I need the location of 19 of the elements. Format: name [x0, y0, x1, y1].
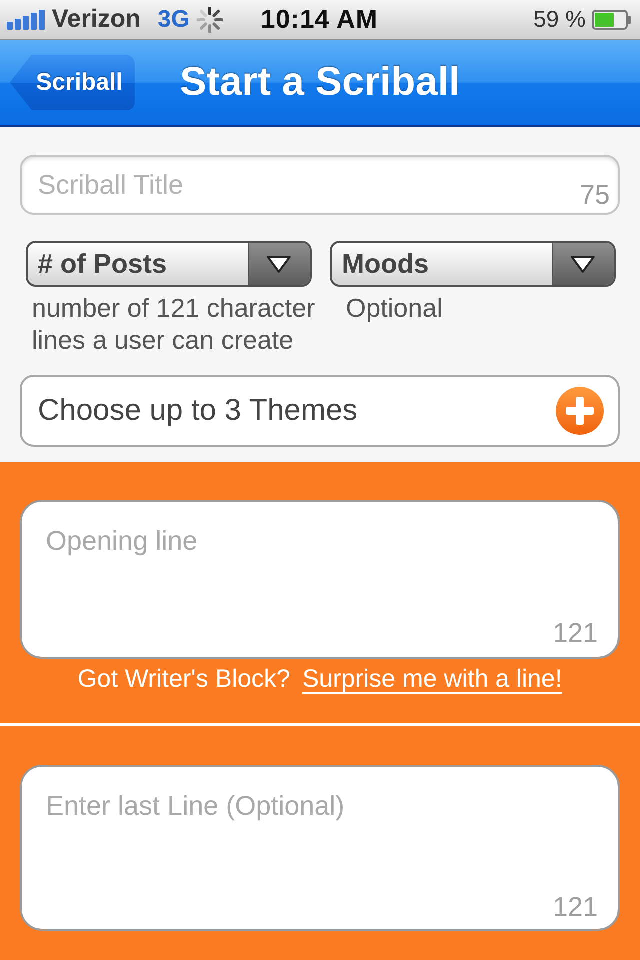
battery-icon	[592, 10, 632, 30]
dropdown-button[interactable]: # of Posts	[26, 241, 312, 287]
network-type: 3G	[158, 6, 190, 34]
back-button[interactable]: Scriball	[10, 54, 135, 110]
status-time: 10:14 AM	[260, 4, 378, 35]
character-counter: 121	[552, 620, 598, 647]
character-counter: 121	[552, 894, 598, 921]
loading-spinner-icon	[196, 6, 223, 32]
add-icon	[556, 387, 604, 435]
signal-bars-icon	[7, 10, 45, 30]
hint-text: Optional	[345, 292, 444, 324]
themes-button[interactable]: Choose up to 3 Themes	[20, 375, 620, 447]
writers-block-prompt: Got Writer's Block?	[78, 665, 290, 693]
carrier-name: Verizon	[52, 5, 141, 34]
character-counter: 75	[580, 182, 610, 209]
battery-percent: 59 %	[534, 6, 586, 33]
dropdown-button[interactable]: Moods	[330, 241, 616, 287]
hint-text: number of 121 character lines a user can create	[31, 292, 316, 356]
screen-title: Start a Scriball	[180, 60, 460, 105]
